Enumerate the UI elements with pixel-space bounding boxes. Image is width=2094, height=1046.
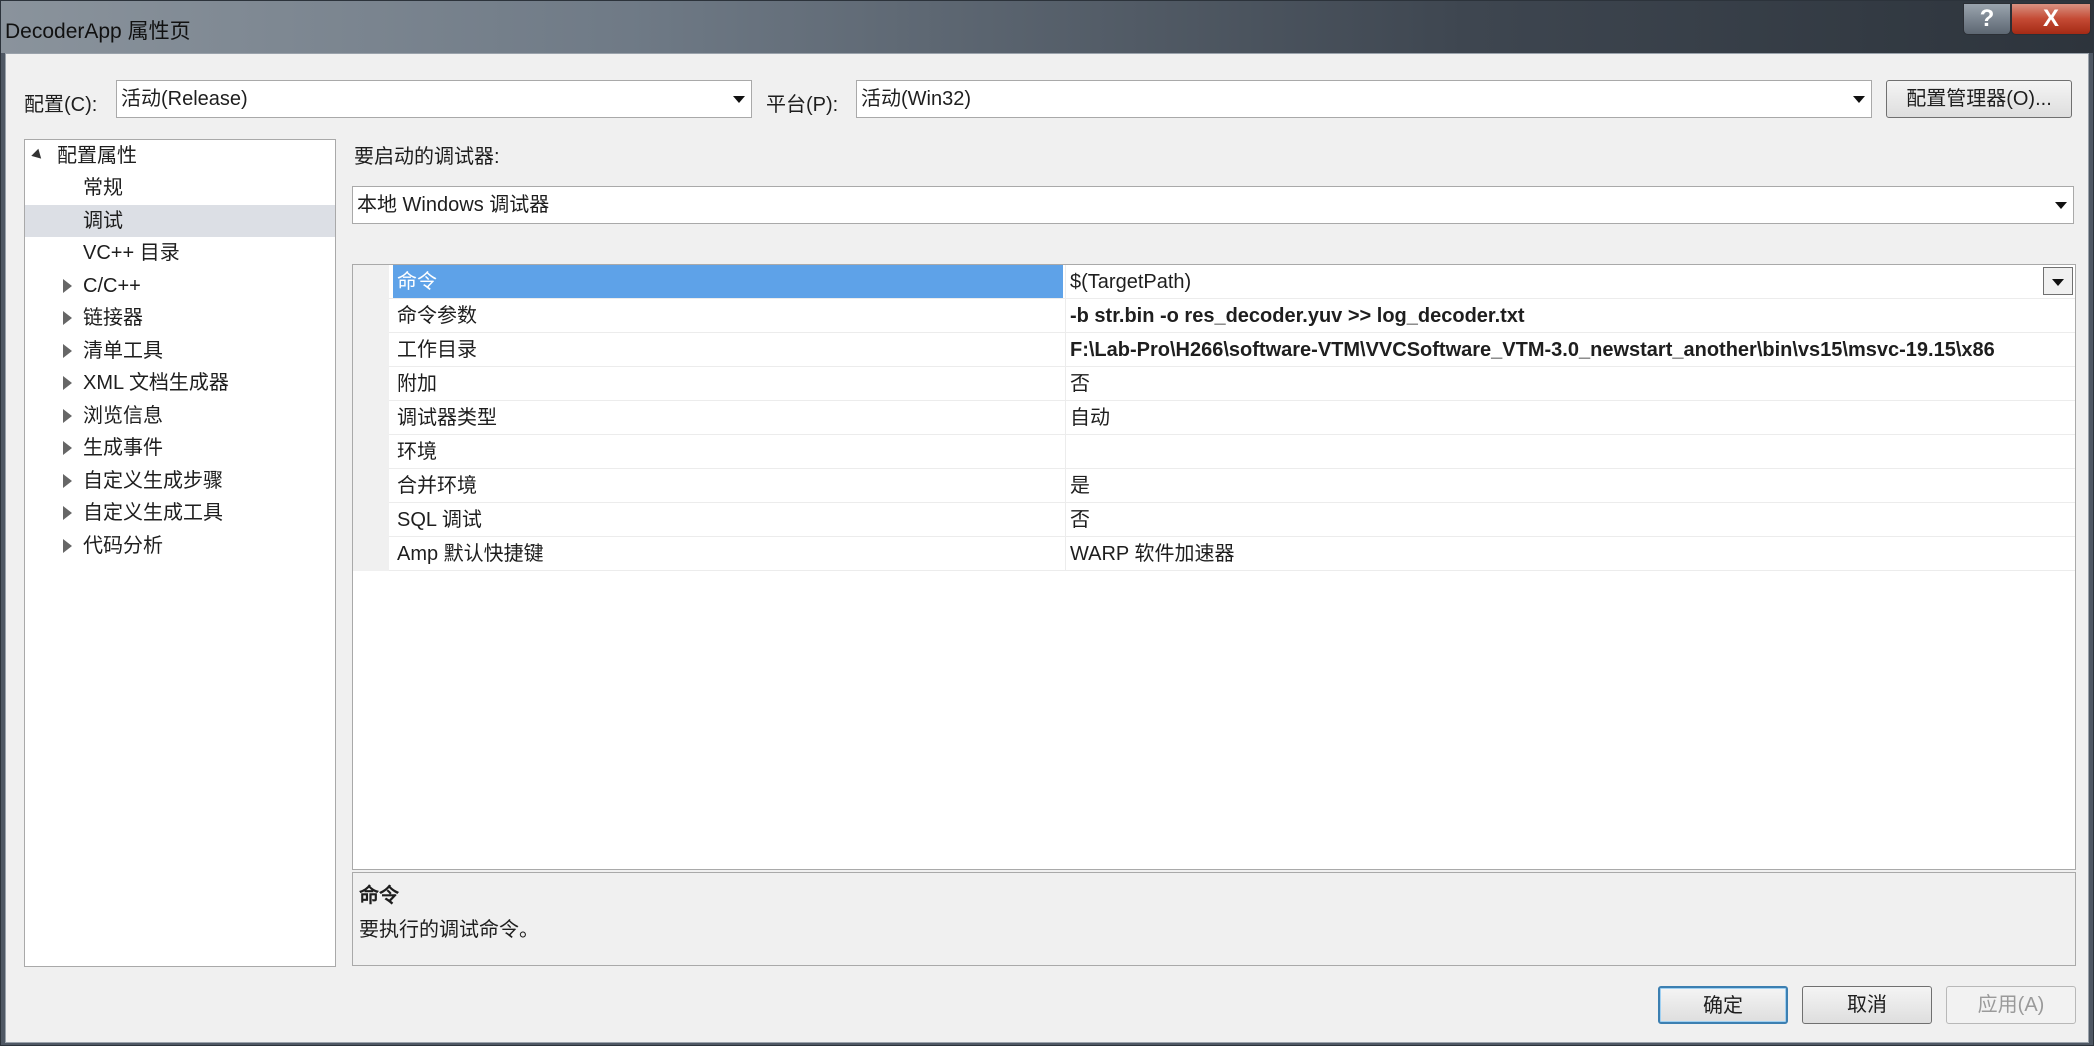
- chevron-down-icon: [733, 96, 745, 103]
- collapsed-triangle-icon: [63, 539, 72, 553]
- debugger-value: 本地 Windows 调试器: [357, 194, 550, 216]
- property-name: 工作目录: [397, 339, 477, 361]
- property-value[interactable]: $(TargetPath): [1065, 265, 2075, 298]
- property-tree: 配置属性 常规 调试 VC++ 目录 C/C++ 链接器 清单工具 XML 文档…: [24, 139, 336, 967]
- property-value[interactable]: WARP 软件加速器: [1065, 537, 2075, 570]
- collapsed-triangle-icon: [63, 474, 72, 488]
- debugger-label: 要启动的调试器:: [354, 146, 500, 168]
- property-dropdown-button[interactable]: [2043, 267, 2073, 295]
- title-bar[interactable]: DecoderApp 属性页 ? X: [1, 1, 2094, 53]
- property-value[interactable]: -b str.bin -o res_decoder.yuv >> log_dec…: [1065, 299, 2075, 332]
- tree-item-label: 浏览信息: [83, 405, 163, 427]
- tree-item-label: 链接器: [83, 307, 143, 329]
- property-name: Amp 默认快捷键: [397, 543, 544, 565]
- property-row-debugger-type[interactable]: 调试器类型 自动: [389, 401, 2075, 435]
- collapsed-triangle-icon: [63, 344, 72, 358]
- property-name: 附加: [397, 373, 437, 395]
- chevron-down-icon: [2052, 279, 2064, 286]
- tree-item-label: 自定义生成步骤: [83, 470, 223, 492]
- config-value: 活动(Release): [121, 88, 248, 110]
- collapsed-triangle-icon: [63, 376, 72, 390]
- config-label: 配置(C):: [24, 94, 98, 116]
- ok-button[interactable]: 确定: [1658, 986, 1788, 1024]
- tree-item-debugging[interactable]: 调试: [25, 205, 335, 237]
- grid-gutter: [353, 265, 389, 571]
- help-button[interactable]: ?: [1963, 3, 2011, 35]
- property-row-command-arguments[interactable]: 命令参数 -b str.bin -o res_decoder.yuv >> lo…: [389, 299, 2075, 333]
- tree-item-browse-info[interactable]: 浏览信息: [25, 400, 335, 432]
- tree-item-custom-build-step[interactable]: 自定义生成步骤: [25, 465, 335, 497]
- platform-label: 平台(P):: [766, 94, 839, 116]
- close-button[interactable]: X: [2011, 3, 2091, 35]
- property-grid: 命令 $(TargetPath) 命令参数 -b str.bin -o res_…: [352, 264, 2076, 870]
- collapsed-triangle-icon: [63, 409, 72, 423]
- tree-item-manifest-tool[interactable]: 清单工具: [25, 335, 335, 367]
- config-dropdown[interactable]: 活动(Release): [116, 80, 752, 118]
- platform-value: 活动(Win32): [861, 88, 972, 110]
- apply-button[interactable]: 应用(A): [1946, 986, 2076, 1024]
- description-panel: 命令 要执行的调试命令。: [352, 872, 2076, 966]
- tree-item-label: 配置属性: [57, 145, 137, 167]
- platform-dropdown[interactable]: 活动(Win32): [856, 80, 1872, 118]
- config-manager-button[interactable]: 配置管理器(O)...: [1886, 80, 2072, 118]
- debugger-dropdown[interactable]: 本地 Windows 调试器: [352, 186, 2074, 224]
- tree-item-label: 常规: [83, 177, 123, 199]
- tree-item-linker[interactable]: 链接器: [25, 302, 335, 334]
- tree-item-label: 自定义生成工具: [83, 502, 223, 524]
- expanded-triangle-icon: [31, 148, 45, 163]
- tree-item-label: VC++ 目录: [83, 242, 180, 264]
- tree-item-label: 代码分析: [83, 535, 163, 557]
- property-value[interactable]: 是: [1065, 469, 2075, 502]
- property-value[interactable]: 自动: [1065, 401, 2075, 434]
- window-title: DecoderApp 属性页: [5, 20, 191, 43]
- property-name: 调试器类型: [397, 407, 497, 429]
- description-text: 要执行的调试命令。: [359, 919, 539, 941]
- property-row-command[interactable]: 命令 $(TargetPath): [389, 265, 2075, 299]
- property-name: 命令参数: [397, 305, 477, 327]
- collapsed-triangle-icon: [63, 279, 72, 293]
- chevron-down-icon: [1853, 96, 1865, 103]
- tree-item-label: C/C++: [83, 275, 141, 297]
- property-row-environment[interactable]: 环境: [389, 435, 2075, 469]
- tree-item-label: 清单工具: [83, 340, 163, 362]
- property-value[interactable]: 否: [1065, 503, 2075, 536]
- tree-item-label: XML 文档生成器: [83, 372, 229, 394]
- tree-item-custom-build-tool[interactable]: 自定义生成工具: [25, 497, 335, 529]
- tree-item-code-analysis[interactable]: 代码分析: [25, 530, 335, 562]
- tree-item-build-events[interactable]: 生成事件: [25, 432, 335, 464]
- dialog-client-area: 配置(C): 活动(Release) 平台(P): 活动(Win32) 配置管理…: [5, 53, 2089, 1043]
- property-name: SQL 调试: [397, 509, 482, 531]
- property-value[interactable]: F:\Lab-Pro\H266\software-VTM\VVCSoftware…: [1065, 333, 2075, 366]
- property-row-sql-debugging[interactable]: SQL 调试 否: [389, 503, 2075, 537]
- chevron-down-icon: [2055, 202, 2067, 209]
- collapsed-triangle-icon: [63, 506, 72, 520]
- tree-item-label: 调试: [83, 210, 123, 232]
- property-row-working-directory[interactable]: 工作目录 F:\Lab-Pro\H266\software-VTM\VVCSof…: [389, 333, 2075, 367]
- property-value[interactable]: 否: [1065, 367, 2075, 400]
- tree-item-label: 生成事件: [83, 437, 163, 459]
- tree-item-cpp[interactable]: C/C++: [25, 270, 335, 302]
- property-value[interactable]: [1065, 435, 2075, 468]
- tree-item-xml-doc-generator[interactable]: XML 文档生成器: [25, 367, 335, 399]
- property-row-attach[interactable]: 附加 否: [389, 367, 2075, 401]
- tree-item-vc-directories[interactable]: VC++ 目录: [25, 237, 335, 269]
- cancel-button[interactable]: 取消: [1802, 986, 1932, 1024]
- tree-item-config-properties[interactable]: 配置属性: [25, 140, 335, 172]
- property-name: 环境: [397, 441, 437, 463]
- property-name: 合并环境: [397, 475, 477, 497]
- property-row-amp-default-accelerator[interactable]: Amp 默认快捷键 WARP 软件加速器: [389, 537, 2075, 571]
- collapsed-triangle-icon: [63, 441, 72, 455]
- property-name: 命令: [393, 265, 1063, 298]
- collapsed-triangle-icon: [63, 311, 72, 325]
- tree-item-general[interactable]: 常规: [25, 172, 335, 204]
- description-title: 命令: [359, 885, 399, 907]
- properties-window: DecoderApp 属性页 ? X 配置(C): 活动(Release) 平台…: [0, 0, 2094, 1046]
- property-row-merge-environment[interactable]: 合并环境 是: [389, 469, 2075, 503]
